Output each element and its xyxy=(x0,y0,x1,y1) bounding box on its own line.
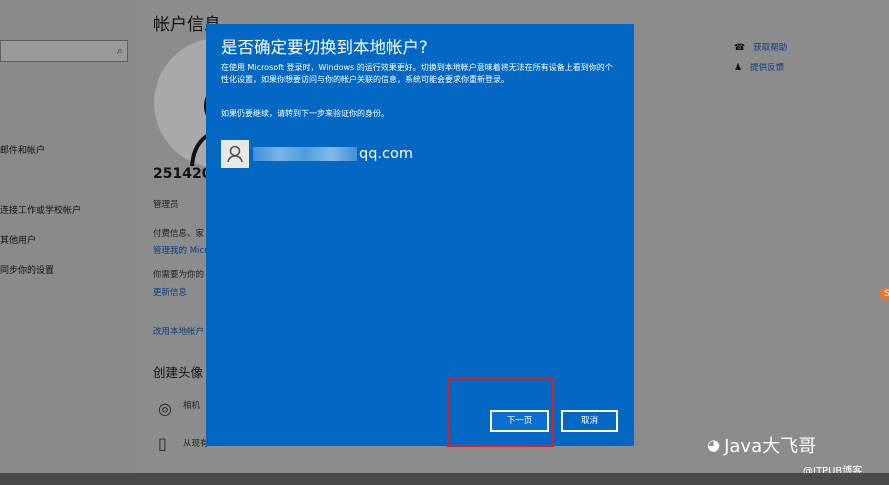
edge-badge-icon: S xyxy=(880,287,889,301)
account-role: 管理员 xyxy=(153,200,179,210)
wechat-icon: ◕ xyxy=(707,436,721,454)
cancel-button[interactable]: 取消 xyxy=(561,410,618,432)
user-icon xyxy=(221,140,249,168)
dialog-body-text: 在使用 Microsoft 登录时，Windows 的运行效果更好。切换到本地帐… xyxy=(221,63,613,84)
search-icon: ⌕ xyxy=(116,44,123,57)
browse-label[interactable]: 从现有 xyxy=(183,437,209,449)
taskbar xyxy=(0,473,889,485)
switch-local-account-link[interactable]: 改用本地帐户 xyxy=(153,325,204,337)
camera-label[interactable]: 相机 xyxy=(183,399,200,411)
settings-search-input[interactable]: ⌕ xyxy=(0,40,128,62)
sidebar-item-other-users[interactable]: 其他用户 xyxy=(0,233,36,246)
watermark: ◕ Java大飞哥 xyxy=(707,436,817,457)
red-highlight-box xyxy=(447,377,554,447)
account-row: qq.com xyxy=(221,138,413,170)
sidebar-item-email-accounts[interactable]: 邮件和帐户 xyxy=(0,143,45,156)
settings-sidebar: ⌕ 邮件和帐户 连接工作或学校帐户 其他用户 同步你的设置 xyxy=(0,0,138,473)
payment-info-text: 付费信息、家 xyxy=(153,229,205,239)
create-avatar-title: 创建头像 xyxy=(153,365,204,380)
verify-info-text: 你需要为你的 xyxy=(153,270,205,280)
sidebar-item-work-school[interactable]: 连接工作或学校帐户 xyxy=(0,203,81,216)
camera-icon[interactable]: ◎ xyxy=(158,399,172,418)
feedback-link[interactable]: ♟ 提供反馈 xyxy=(734,61,784,73)
email-redacted xyxy=(253,147,357,161)
feedback-icon: ♟ xyxy=(734,63,743,73)
update-info-link[interactable]: 更新信息 xyxy=(153,286,187,298)
help-icon: ☎ xyxy=(734,43,746,53)
switch-local-account-dialog: 是否确定要切换到本地帐户? 在使用 Microsoft 登录时，Windows … xyxy=(206,24,634,446)
account-email: qq.com xyxy=(359,146,413,162)
dialog-title: 是否确定要切换到本地帐户? xyxy=(221,38,428,57)
manage-account-link[interactable]: 管理我的 Micr xyxy=(153,244,208,256)
browse-icon[interactable]: ▯ xyxy=(158,434,167,453)
get-help-link[interactable]: ☎ 获取帮助 xyxy=(734,41,787,53)
sidebar-item-sync-settings[interactable]: 同步你的设置 xyxy=(0,263,54,276)
dialog-hint-text: 如果仍要继续，请转到下一步来验证你的身份。 xyxy=(221,109,389,118)
